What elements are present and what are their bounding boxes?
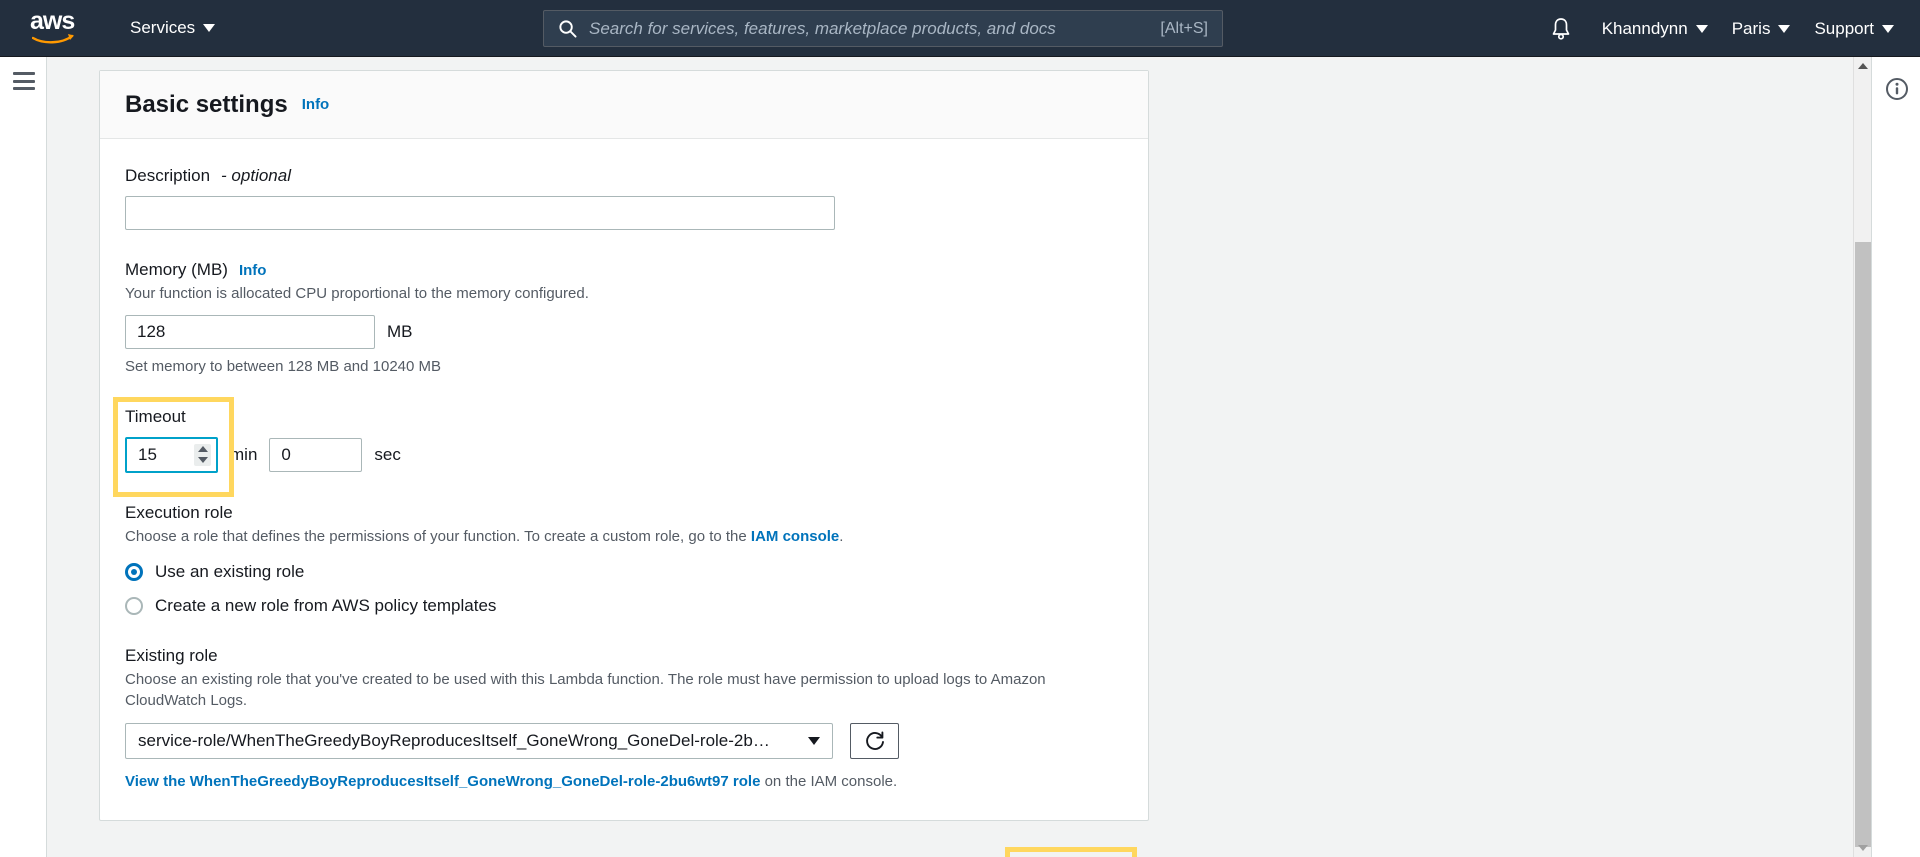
memory-label-text: Memory (MB) <box>125 260 228 279</box>
execution-role-description-post: . <box>839 527 844 545</box>
timeout-input-row: min sec <box>125 436 1123 473</box>
existing-role-select-row: service-role/WhenTheGreedyBoyReproducesI… <box>125 723 1123 759</box>
memory-description: Your function is allocated CPU proportio… <box>125 285 589 302</box>
timeout-minutes-unit-label: min <box>230 444 258 464</box>
global-search-input[interactable]: Search for services, features, marketpla… <box>543 10 1223 47</box>
memory-input[interactable] <box>125 314 375 349</box>
chevron-down-icon <box>203 24 216 32</box>
execution-role-description: Choose a role that defines the permissio… <box>125 526 1123 548</box>
radio-use-existing-role-label: Use an existing role <box>155 561 305 581</box>
memory-hint: Set memory to between 128 MB and 10240 M… <box>125 357 442 375</box>
form-footer-actions: Cancel Save <box>99 847 1149 857</box>
execution-role-label: Execution role <box>125 503 1123 523</box>
search-placeholder-text: Search for services, features, marketpla… <box>589 18 1056 38</box>
scroll-down-button[interactable] <box>1854 839 1872 857</box>
timeout-field-group: Timeout min sec <box>113 396 1123 497</box>
radio-unselected-icon[interactable] <box>125 596 143 615</box>
basic-settings-card: Basic settings Info Description - option… <box>99 70 1149 821</box>
description-optional-text: - optional <box>221 166 291 185</box>
basic-settings-info-link[interactable]: Info <box>302 96 330 113</box>
page-title: Basic settings <box>125 90 288 118</box>
aws-logo-text: aws <box>30 7 75 35</box>
scroll-down-arrow-icon <box>1858 845 1868 851</box>
aws-logo-smile-icon <box>32 34 74 44</box>
scroll-up-arrow-icon <box>1858 63 1868 69</box>
description-label: Description - optional <box>125 166 1123 186</box>
search-icon <box>559 20 577 38</box>
card-header: Basic settings Info <box>100 71 1148 139</box>
nav-services-menu[interactable]: Services <box>118 0 227 57</box>
nav-region-label: Paris <box>1731 18 1771 38</box>
left-sidebar-rail <box>0 57 47 857</box>
timeout-seconds-unit-label: sec <box>374 444 401 464</box>
nav-services-label: Services <box>130 18 196 37</box>
memory-info-link[interactable]: Info <box>239 262 267 279</box>
right-help-panel <box>1871 57 1920 857</box>
chevron-down-icon <box>808 737 820 745</box>
description-input[interactable] <box>125 196 835 230</box>
radio-use-existing-role[interactable]: Use an existing role <box>125 562 1123 582</box>
view-role-link[interactable]: View the WhenTheGreedyBoyReproducesItsel… <box>125 773 760 790</box>
aws-logo[interactable]: aws <box>30 7 90 46</box>
nav-support-menu[interactable]: Support <box>1802 0 1906 57</box>
nav-right-group: Khanndynn Paris Support <box>1550 0 1906 57</box>
description-label-text: Description <box>125 166 211 185</box>
memory-label: Memory (MB) Info <box>125 260 1123 280</box>
spinner-up-arrow-icon[interactable] <box>197 446 208 453</box>
execution-role-group: Execution role Choose a role that define… <box>125 503 1123 616</box>
existing-role-label: Existing role <box>125 646 1123 666</box>
description-field-group: Description - optional <box>125 166 1123 230</box>
existing-role-selected-value: service-role/WhenTheGreedyBoyReproducesI… <box>138 731 770 750</box>
chevron-down-icon <box>1695 24 1708 33</box>
memory-field-group: Memory (MB) Info Your function is alloca… <box>125 260 1123 375</box>
main-content-area: Basic settings Info Description - option… <box>47 57 1871 857</box>
nav-region-menu[interactable]: Paris <box>1720 0 1803 57</box>
refresh-roles-button[interactable] <box>850 723 899 759</box>
top-navigation-bar: aws Services Search for services, featur… <box>0 0 1920 57</box>
timeout-minutes-stepper[interactable] <box>125 436 218 473</box>
timeout-seconds-input[interactable] <box>269 437 363 472</box>
nav-support-label: Support <box>1814 18 1874 38</box>
spinner-down-arrow-icon[interactable] <box>197 457 208 464</box>
nav-account-menu[interactable]: Khanndynn <box>1590 0 1720 57</box>
search-shortcut-hint: [Alt+S] <box>1160 19 1208 37</box>
settings-scroll-pane: Basic settings Info Description - option… <box>47 57 1857 857</box>
scroll-up-button[interactable] <box>1854 57 1872 75</box>
timeout-label: Timeout <box>125 407 1123 427</box>
refresh-icon <box>865 731 884 750</box>
save-highlight-box <box>1005 847 1137 857</box>
existing-role-group: Existing role Choose an existing role th… <box>125 646 1123 790</box>
view-role-link-suffix: on the IAM console. <box>760 773 898 790</box>
chevron-down-icon <box>1882 24 1894 33</box>
info-circle-icon[interactable] <box>1885 77 1909 101</box>
scrollbar-thumb[interactable] <box>1855 242 1871 847</box>
hamburger-menu-icon[interactable] <box>13 72 35 90</box>
radio-selected-icon[interactable] <box>125 562 143 581</box>
view-role-link-line: View the WhenTheGreedyBoyReproducesItsel… <box>125 773 1123 790</box>
radio-create-new-role-label: Create a new role from AWS policy templa… <box>155 595 497 615</box>
memory-unit-label: MB <box>387 321 413 341</box>
save-button-wrapper: Save <box>1005 847 1137 857</box>
execution-role-description-pre: Choose a role that defines the permissio… <box>125 527 751 545</box>
notifications-bell-icon[interactable] <box>1550 17 1572 41</box>
card-body: Description - optional Memory (MB) Info … <box>100 139 1148 820</box>
timeout-label-text: Timeout <box>125 406 186 426</box>
vertical-scrollbar[interactable] <box>1853 57 1871 857</box>
radio-create-new-role[interactable]: Create a new role from AWS policy templa… <box>125 596 1123 616</box>
iam-console-link[interactable]: IAM console <box>751 528 839 545</box>
chevron-down-icon <box>1778 24 1791 33</box>
existing-role-description: Choose an existing role that you've crea… <box>125 670 1046 710</box>
timeout-minutes-spinner-arrows[interactable] <box>194 443 211 466</box>
nav-account-label: Khanndynn <box>1601 18 1688 38</box>
existing-role-label-text: Existing role <box>125 645 218 665</box>
execution-role-label-text: Execution role <box>125 502 233 522</box>
memory-input-row: MB <box>125 314 1123 349</box>
existing-role-select[interactable]: service-role/WhenTheGreedyBoyReproducesI… <box>125 723 833 759</box>
